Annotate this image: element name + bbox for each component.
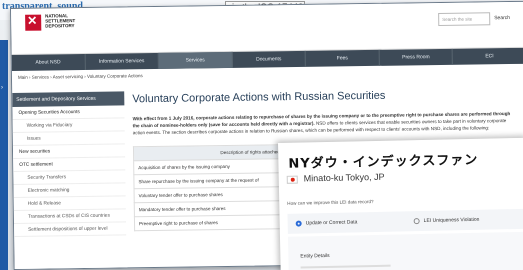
option-tab[interactable]: Update or Correct Data [287,211,405,233]
nav-item[interactable]: Fees [305,49,380,67]
page-title: Voluntary Corporate Actions with Russian… [132,89,386,106]
nsd-logo-icon[interactable] [25,14,42,31]
search-button[interactable]: Search [494,12,518,25]
breadcrumb[interactable]: Main › Services › Asset servicing › Volu… [18,73,143,80]
improve-question: How can we improve this LEI data record? [287,199,374,206]
entity-title: NYダウ・インデックスファン [288,152,479,172]
correction-options: Update or Correct Data LEI Uniqueness Vio… [287,208,523,234]
chevron-right-icon[interactable]: › [1,85,3,91]
radio-icon[interactable] [413,218,420,225]
nav-item[interactable]: Press Room [379,48,454,66]
nav-item[interactable]: Information Services [85,52,160,70]
nav-item[interactable]: About NSD [11,53,86,71]
intro-paragraph: With effect from 1 July 2016, corporate … [133,110,513,136]
radio-icon[interactable] [295,220,302,227]
nav-item[interactable]: Documents [232,50,307,68]
japan-flag-icon [286,175,298,184]
sidebar: Settlement and Depository Services Openi… [12,91,127,270]
option-tab[interactable]: LEI Uniqueness Violation [405,209,523,231]
nav-item[interactable]: Services [158,51,233,69]
nav-item[interactable]: ECI [453,47,523,65]
entity-panel [287,231,523,270]
entity-location: Minato-ku Tokyo, JP [303,171,385,184]
site-header: NATIONAL SETTLEMENT DEPOSITORY Search th… [11,1,523,55]
option-label: LEI Uniqueness Violation [423,216,480,224]
sidebar-list: Opening Securities Accounts Working via F… [12,105,127,237]
logo-text: NATIONAL SETTLEMENT DEPOSITORY [45,13,76,29]
left-window-edge: › [0,40,8,270]
option-label: Update or Correct Data [305,219,358,227]
entity-details-label: Entity Details [300,252,330,260]
screenshot-stage: transparent, sound in the ISO 17442 › NA… [0,0,523,270]
sidebar-item[interactable]: Settlement dispositions of upper level [14,222,127,237]
lei-record-window: NYダウ・インデックスファン Minato-ku Tokyo, JP How c… [278,137,523,270]
search-input[interactable]: Search the site [438,12,491,27]
